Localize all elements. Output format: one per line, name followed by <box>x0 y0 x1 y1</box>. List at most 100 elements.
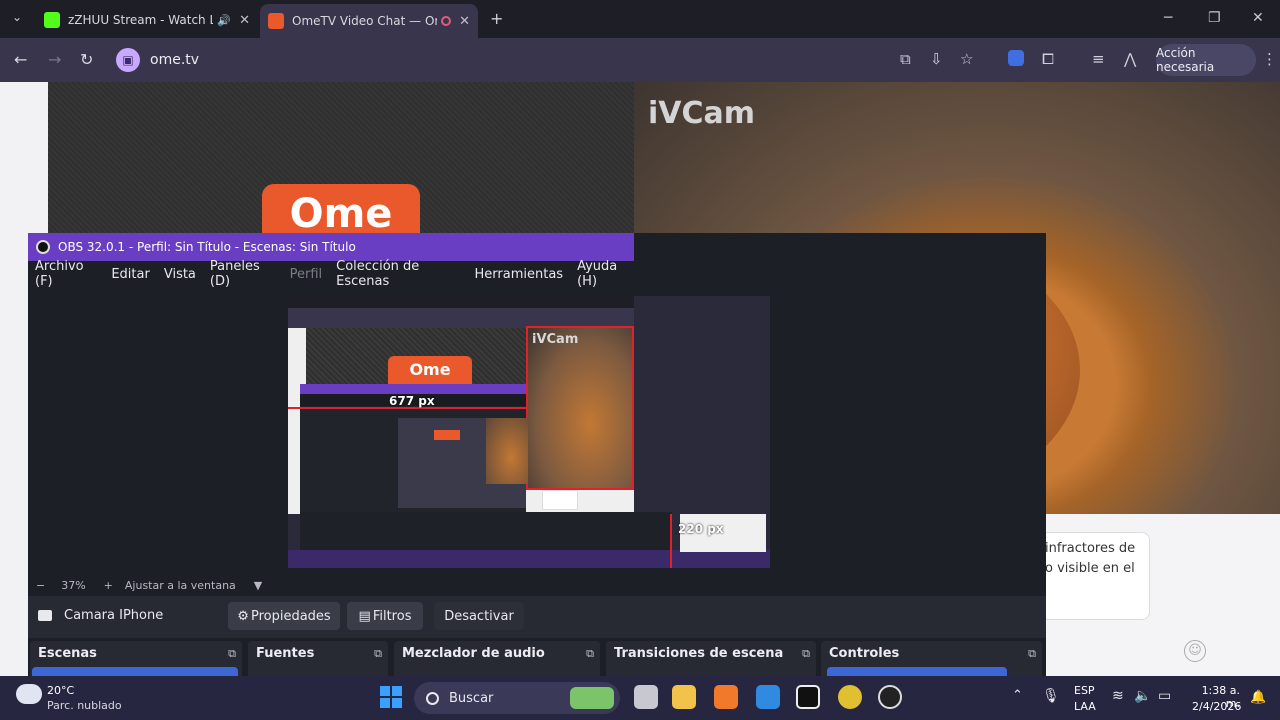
file-explorer-icon[interactable] <box>672 685 696 709</box>
nested-obs-title-bar <box>300 384 526 394</box>
obs-taskbar-icon[interactable] <box>878 685 902 709</box>
translate-icon[interactable]: ⧉ <box>900 50 911 68</box>
url-text: ome.tv <box>150 52 200 68</box>
close-window-icon[interactable]: ✕ <box>1252 10 1264 26</box>
reload-icon[interactable]: ↻ <box>80 50 93 69</box>
undock-icon[interactable]: ⧉ <box>802 647 810 661</box>
wifi-icon[interactable]: ≋ <box>1112 688 1124 704</box>
media-controls-icon[interactable]: ≡ <box>1092 50 1105 68</box>
filters-button[interactable]: ▤ Filtros <box>347 602 423 630</box>
menu-perfil[interactable]: Perfil <box>290 267 323 282</box>
tab-zzhuu-stream[interactable]: zZHUU Stream - Watch Live 🔊 ✕ <box>36 6 258 34</box>
close-tab-icon[interactable]: ✕ <box>459 14 470 29</box>
address-bar[interactable]: ▣ ome.tv <box>112 44 992 76</box>
emoji-icon[interactable]: ☺ <box>1184 640 1206 662</box>
undock-icon[interactable]: ⧉ <box>586 647 594 661</box>
install-app-icon[interactable]: ⇩ <box>930 50 943 68</box>
notification-icon[interactable]: 🔔 <box>1250 690 1266 705</box>
recording-icon <box>441 16 452 26</box>
menu-herramientas[interactable]: Herramientas <box>475 267 564 282</box>
obs-logo-icon <box>36 240 50 254</box>
dock-scenes: Escenas ⧉ <box>30 641 242 676</box>
extension-badge-icon[interactable] <box>1008 50 1024 66</box>
weather-cloud-icon[interactable] <box>16 684 42 704</box>
menu-archivo[interactable]: Archivo (F) <box>35 259 97 289</box>
windows-start-icon[interactable] <box>380 686 402 708</box>
nested-partner-camera <box>526 326 634 490</box>
back-icon[interactable]: ← <box>14 50 27 69</box>
gear-icon: ⚙ <box>237 608 249 624</box>
menu-coleccion-escenas[interactable]: Colección de Escenas <box>336 259 460 289</box>
close-tab-icon[interactable]: ✕ <box>239 13 250 28</box>
volume-icon[interactable]: 🔈 <box>1134 688 1151 704</box>
fl-studio-icon[interactable] <box>714 685 738 709</box>
obs-zoom-bar: − 37% + Ajustar a la ventana ▼ <box>28 575 1028 595</box>
undock-icon[interactable]: ⧉ <box>1028 647 1036 661</box>
weather-temperature[interactable]: 20°C <box>47 684 74 697</box>
menu-paneles[interactable]: Paneles (D) <box>210 259 276 289</box>
tab-title: OmeTV Video Chat — Ome <box>292 14 437 28</box>
speaker-icon: 🔊 <box>217 13 232 27</box>
undock-icon[interactable]: ⧉ <box>228 647 236 661</box>
tab-search-icon[interactable]: ⌄ <box>12 10 22 24</box>
filter-icon: ▤ <box>358 608 371 624</box>
weather-condition[interactable]: Parc. nublado <box>47 699 122 712</box>
selected-scene[interactable] <box>32 667 238 676</box>
tray-overflow-icon[interactable]: ⌃ <box>1012 688 1023 703</box>
width-dimension-label: 677 px <box>389 394 435 408</box>
vscode-icon[interactable] <box>756 685 780 709</box>
dock-audio-mixer: Mezclador de audio ⧉ <box>394 641 600 676</box>
selected-source[interactable]: Camara IPhone <box>38 608 163 623</box>
dock-title: Transiciones de escena <box>614 646 784 661</box>
input-language[interactable]: ESP <box>1074 684 1095 697</box>
menu-icon[interactable]: ⋮ <box>1262 50 1277 68</box>
capcut-icon[interactable] <box>796 685 820 709</box>
nested-obs-controls <box>300 512 672 550</box>
kick-favicon-icon <box>44 12 60 28</box>
zoom-value: 37% <box>61 578 86 592</box>
camera-icon <box>38 610 52 621</box>
ivcam-watermark: iVCam <box>648 96 756 131</box>
start-streaming-button[interactable] <box>827 667 1007 676</box>
zoom-out-button[interactable]: − <box>36 579 45 592</box>
browser-toolbar: ← → ↻ ▣ ome.tv ⧉ ⇩ ☆ ⧠ ≡ ⋀ Acción necesa… <box>0 38 1280 82</box>
undock-icon[interactable]: ⧉ <box>374 647 382 661</box>
extensions-icon[interactable]: ⧠ <box>1042 50 1054 68</box>
browser-tab-strip: ⌄ zZHUU Stream - Watch Live 🔊 ✕ OmeTV Vi… <box>0 0 1280 38</box>
dock-title: Fuentes <box>256 646 315 661</box>
chrome-icon[interactable] <box>838 685 862 709</box>
battery-icon[interactable]: ▭ <box>1158 688 1171 704</box>
profile-icon[interactable]: ⋀ <box>1124 50 1136 68</box>
forward-icon[interactable]: → <box>48 50 61 69</box>
input-layout[interactable]: LAA <box>1074 700 1096 713</box>
fit-window-button[interactable]: Ajustar a la ventana <box>125 579 236 592</box>
action-required-button[interactable]: Acción necesaria <box>1156 44 1256 76</box>
microphone-icon[interactable]: 🎙 <box>1042 688 1060 704</box>
height-dimension-label: 220 px <box>678 522 724 536</box>
menu-vista[interactable]: Vista <box>164 267 196 282</box>
tab-ometv[interactable]: OmeTV Video Chat — Ome ✕ <box>260 4 478 38</box>
properties-button[interactable]: ⚙ Propiedades <box>228 602 340 630</box>
nested-ometv-logo: Ome <box>388 356 472 384</box>
chevron-down-icon[interactable]: ▼ <box>254 579 262 592</box>
dock-sources: Fuentes ⧉ <box>248 641 388 676</box>
nested-toolbar <box>288 308 634 328</box>
task-view-icon[interactable] <box>634 685 658 709</box>
search-highlight-icon <box>570 687 614 709</box>
bookmark-star-icon[interactable]: ☆ <box>960 50 973 68</box>
menu-editar[interactable]: Editar <box>111 267 150 282</box>
site-info-icon[interactable]: ▣ <box>116 48 140 72</box>
deactivate-button[interactable]: Desactivar <box>434 602 524 630</box>
menu-ayuda[interactable]: Ayuda (H) <box>577 259 634 289</box>
search-icon <box>426 691 439 705</box>
dock-title: Mezclador de audio <box>402 646 545 661</box>
minimize-icon[interactable]: ─ <box>1164 10 1172 26</box>
zoom-in-button[interactable]: + <box>104 579 113 592</box>
clock-date[interactable]: 2/4/2026 <box>1192 700 1241 713</box>
chat-message: infractores de o visible en el <box>1040 532 1150 620</box>
nested-tabstrip <box>288 296 634 308</box>
taskbar-search[interactable]: Buscar <box>414 682 620 714</box>
restore-icon[interactable]: ❐ <box>1208 10 1221 26</box>
new-tab-icon[interactable]: + <box>490 9 503 28</box>
dock-title: Controles <box>829 646 900 661</box>
